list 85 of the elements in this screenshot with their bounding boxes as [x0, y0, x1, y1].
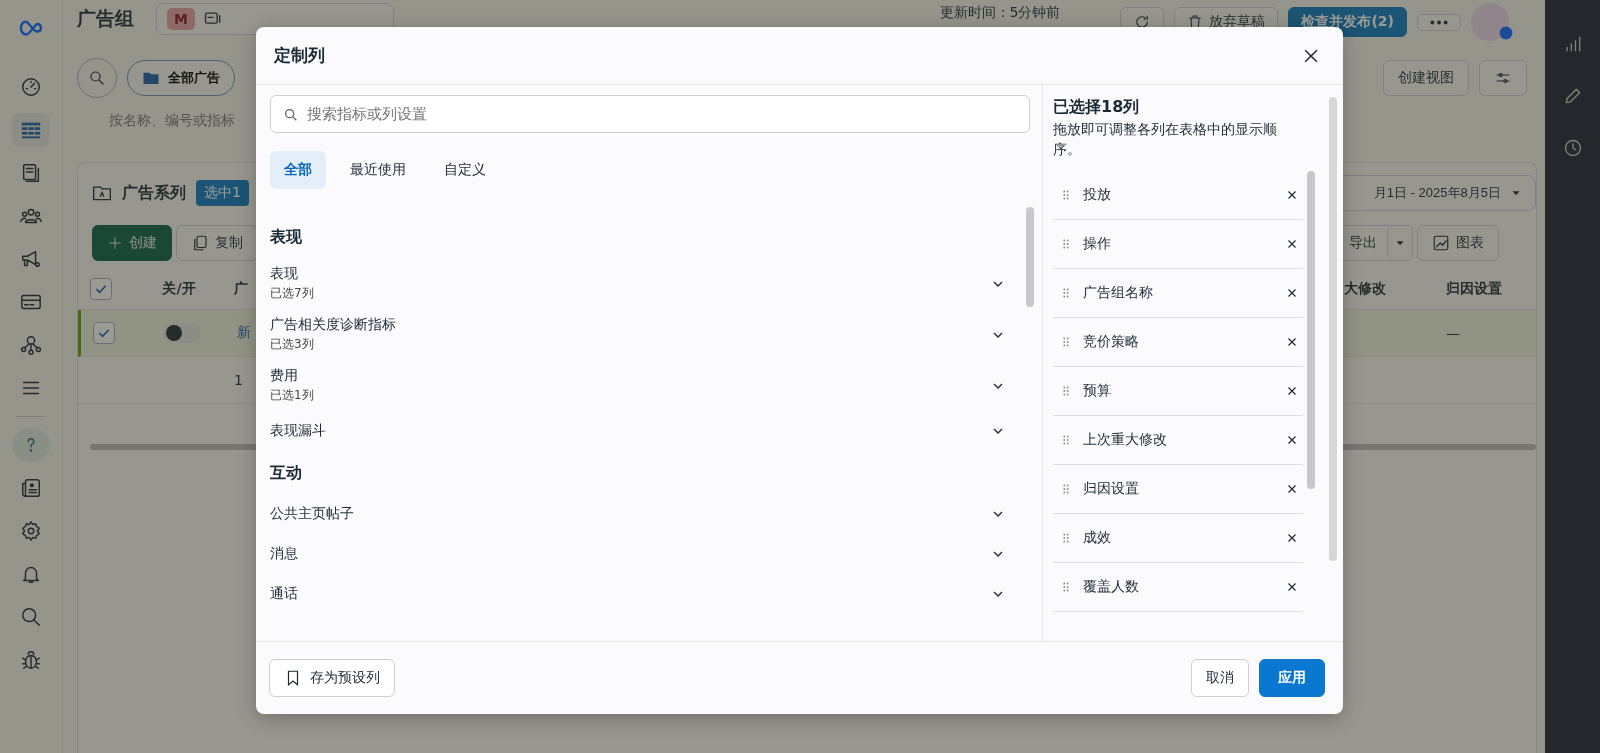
selected-column[interactable]: 成效 [1053, 514, 1303, 564]
dialog-title: 定制列 [274, 44, 325, 67]
selected-column[interactable]: 广告组名称 [1053, 269, 1303, 319]
megaphone-icon [20, 248, 42, 270]
search-field[interactable]: 搜索指标或列设置 [270, 95, 1030, 133]
category-label: 公共主页帖子 [270, 505, 354, 523]
column-header[interactable]: 关/开 [162, 280, 196, 298]
section-title: 广告系列 [122, 182, 186, 204]
selected-column[interactable]: 竞价策略 [1053, 318, 1303, 368]
settings-icon [20, 520, 42, 542]
scrollbar[interactable] [1329, 97, 1337, 561]
checkbox[interactable] [90, 278, 112, 300]
copy-icon [191, 234, 209, 252]
trash-icon [1187, 14, 1204, 30]
plus-icon [107, 235, 123, 251]
selected-count: 已选3列 [270, 336, 315, 353]
table-cell: 新 [237, 324, 251, 340]
chart-icon [1432, 234, 1450, 252]
copy-button[interactable]: 复制 [176, 225, 258, 261]
toggle-switch[interactable] [163, 323, 201, 343]
cancel-button[interactable]: 取消 [1191, 659, 1249, 697]
filter-tab[interactable]: 最近使用 [336, 151, 420, 189]
selection-badge: 选中1 [196, 180, 249, 206]
column-name: 投放 [1083, 186, 1112, 205]
search-hint: 按名称、编号或指标 [109, 112, 235, 128]
column-name: 上次重大修改 [1083, 431, 1168, 450]
metric-category[interactable]: 表现 已选7列 [270, 258, 1016, 309]
selected-column[interactable]: 归因设置 [1053, 465, 1303, 515]
column-header[interactable]: 大修改 [1344, 280, 1386, 296]
selected-column[interactable]: 覆盖人数 [1053, 563, 1303, 613]
selected-column[interactable]: 上次重大修改 [1053, 416, 1303, 466]
column-name: 竞价策略 [1083, 333, 1140, 352]
more-button[interactable] [1417, 13, 1461, 31]
panel-hint: 拖放即可调整各列在表格中的显示顺序。 [1053, 120, 1278, 159]
metric-category[interactable]: 广告相关度诊断指标 已选3列 [270, 309, 1016, 360]
selected-column[interactable]: 操作 [1053, 220, 1303, 270]
panel-heading: 已选择18列 [1053, 97, 1141, 118]
network-icon [20, 334, 42, 356]
column-name: 预算 [1083, 382, 1112, 401]
page-title: 广告组 [77, 6, 134, 31]
selected-count: 已选1列 [270, 387, 314, 404]
search-icon [88, 69, 106, 87]
selected-column[interactable]: 预算 [1053, 367, 1303, 417]
newspaper-icon [20, 477, 42, 499]
group-heading: 表现 [270, 226, 303, 248]
category-label: 费用 [270, 367, 299, 385]
account-badge: M [167, 8, 195, 30]
metric-category[interactable]: 消息 [270, 534, 1016, 574]
column-name: 归因设置 [1083, 480, 1140, 499]
sidebar-item[interactable] [12, 113, 50, 147]
column-header[interactable]: 归因设置 [1446, 280, 1502, 296]
checkbox[interactable] [93, 322, 115, 344]
apply-button[interactable]: 应用 [1259, 659, 1325, 697]
column-header[interactable]: 广 [234, 280, 248, 296]
selected-column[interactable]: 投放 [1053, 171, 1303, 221]
search-icon [20, 606, 42, 628]
pages-icon [20, 162, 42, 184]
chart-button[interactable]: 图表 [1417, 225, 1499, 261]
metric-category[interactable]: 费用 已选1列 [270, 360, 1016, 411]
column-name: 覆盖人数 [1083, 578, 1140, 597]
column-name: 广告组名称 [1083, 284, 1154, 303]
metric-category[interactable]: 公共主页帖子 [270, 494, 1016, 534]
filter-button[interactable]: 全部广告 [127, 60, 235, 96]
group-heading: 互动 [270, 462, 303, 484]
selected-count: 已选7列 [270, 285, 314, 302]
category-label: 消息 [270, 545, 298, 563]
table-cell: — [1446, 325, 1460, 341]
filter-tab[interactable]: 全部 [270, 151, 326, 189]
category-label: 广告相关度诊断指标 [270, 316, 396, 334]
table-cell: 1 [234, 372, 243, 388]
update-time: 更新时间：5分钟前 [939, 3, 1061, 21]
filter-tab[interactable]: 自定义 [430, 151, 500, 189]
category-label: 表现 [270, 265, 299, 283]
gauge-icon [20, 76, 42, 98]
create-view-button[interactable]: 创建视图 [1383, 60, 1469, 96]
metric-category[interactable]: 通话 [270, 574, 1016, 614]
column-name: 成效 [1083, 529, 1112, 548]
column-name: 操作 [1083, 235, 1112, 254]
bug-icon [20, 649, 42, 671]
category-label: 表现漏斗 [270, 422, 326, 440]
more-icon [1430, 19, 1448, 25]
clock-icon [1562, 138, 1583, 158]
metric-category[interactable]: 表现漏斗 [270, 411, 1016, 451]
save-preset-button[interactable]: 存为预设列 [269, 659, 395, 697]
category-label: 通话 [270, 585, 298, 603]
